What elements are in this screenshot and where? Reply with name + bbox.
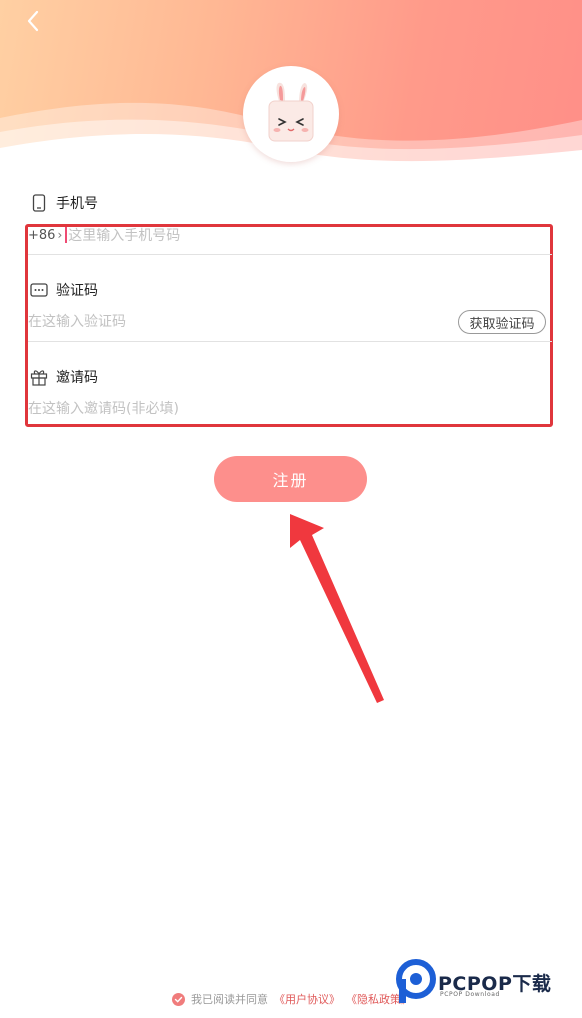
pcpop-logo-icon bbox=[396, 959, 436, 1003]
watermark-sub: PCPOP Download bbox=[440, 991, 500, 998]
country-code-selector[interactable]: +86 bbox=[28, 228, 55, 243]
chevron-right-icon: › bbox=[57, 228, 63, 242]
agreement-row: 我已阅读并同意 《用户协议》 《隐私政策》 bbox=[172, 990, 412, 1008]
avatar bbox=[243, 66, 339, 162]
pcpop-watermark: PCPOP下载 PCPOP Download bbox=[396, 957, 582, 1017]
phone-label: 手机号 bbox=[30, 193, 98, 213]
phone-input[interactable]: +86 › 这里输入手机号码 bbox=[28, 220, 552, 250]
message-dots-icon bbox=[30, 281, 48, 299]
verification-placeholder: 在这输入验证码 bbox=[28, 314, 126, 330]
verification-input[interactable]: 在这输入验证码 bbox=[28, 306, 448, 336]
invite-placeholder: 在这输入邀请码(非必填) bbox=[28, 401, 179, 417]
gift-icon bbox=[30, 368, 48, 386]
bunny-mascot-icon bbox=[268, 82, 314, 142]
invite-label: 邀请码 bbox=[30, 367, 98, 387]
user-agreement-link[interactable]: 《用户协议》 bbox=[274, 991, 340, 1007]
register-button[interactable]: 注册 bbox=[214, 456, 367, 502]
agree-checkbox[interactable] bbox=[172, 992, 185, 1006]
verification-label: 验证码 bbox=[30, 280, 98, 300]
phone-icon bbox=[30, 194, 48, 212]
agreement-text: 我已阅读并同意 bbox=[191, 993, 268, 1006]
text-cursor bbox=[65, 227, 68, 243]
get-code-button[interactable]: 获取验证码 bbox=[458, 310, 546, 334]
divider bbox=[28, 254, 552, 255]
verification-label-text: 验证码 bbox=[56, 283, 98, 299]
chevron-left-icon bbox=[27, 10, 39, 32]
invite-input[interactable]: 在这输入邀请码(非必填) bbox=[28, 393, 552, 423]
check-icon bbox=[174, 996, 183, 1003]
invite-label-text: 邀请码 bbox=[56, 370, 98, 386]
divider bbox=[28, 341, 552, 342]
phone-label-text: 手机号 bbox=[56, 196, 98, 212]
phone-placeholder: 这里输入手机号码 bbox=[68, 228, 181, 244]
back-button[interactable] bbox=[20, 8, 46, 34]
